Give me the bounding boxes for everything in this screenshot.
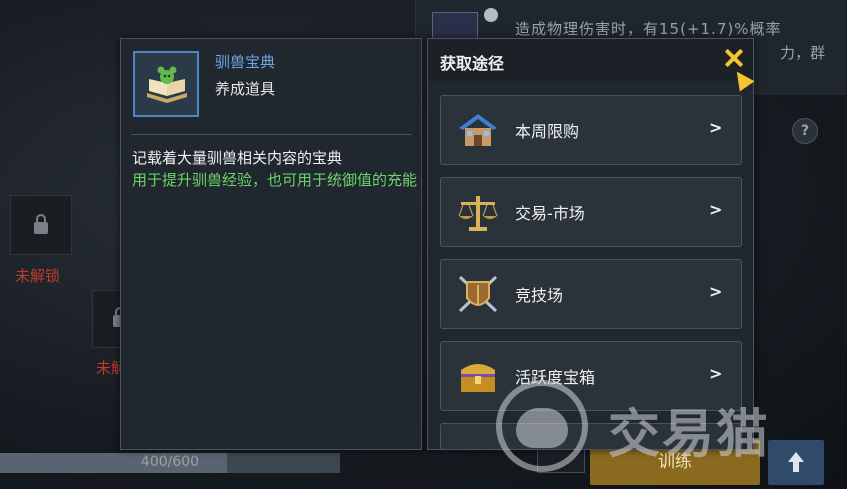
source-item-arena[interactable]: 竞技场 > bbox=[440, 259, 742, 329]
locked-label-1: 未解锁 bbox=[15, 267, 61, 285]
item-usage-text: 用于提升驯兽经验，也可用于统御值的充能 bbox=[132, 171, 418, 189]
source-item-market[interactable]: 交易-市场 > bbox=[440, 177, 742, 247]
watermark: 交易猫 bbox=[496, 376, 826, 476]
chevron-right-icon: > bbox=[709, 282, 723, 301]
help-icon[interactable]: ? bbox=[792, 118, 818, 144]
progress-text: 400/600 bbox=[140, 454, 200, 470]
item-type: 养成道具 bbox=[215, 80, 276, 98]
watermark-cat-icon bbox=[496, 380, 588, 472]
shield-swords-icon bbox=[458, 275, 498, 313]
source-label: 交易-市场 bbox=[515, 204, 585, 223]
experience-progress-bar: 400/600 bbox=[0, 453, 340, 473]
book-icon bbox=[147, 66, 187, 103]
acquisition-header: 获取途径 bbox=[428, 39, 753, 81]
divider bbox=[131, 134, 411, 135]
skill-description-text-2: 力，群 bbox=[780, 44, 826, 62]
lock-icon bbox=[34, 214, 48, 234]
source-label: 本周限购 bbox=[515, 122, 580, 141]
item-description-text: 记载着大量驯兽相关内容的宝典 bbox=[132, 149, 343, 167]
treasure-chest-icon bbox=[461, 364, 495, 392]
chevron-right-icon: > bbox=[709, 118, 723, 137]
chevron-right-icon: > bbox=[709, 200, 723, 219]
house-icon bbox=[459, 114, 497, 146]
gear-icon bbox=[484, 8, 498, 22]
source-item-weekly-limited[interactable]: 本周限购 > bbox=[440, 95, 742, 165]
item-description: 记载着大量驯兽相关内容的宝典 用于提升驯兽经验，也可用于统御值的充能 bbox=[132, 147, 417, 191]
source-label: 竞技场 bbox=[515, 286, 564, 305]
item-name: 驯兽宝典 bbox=[215, 53, 276, 71]
item-detail-panel: 驯兽宝典 养成道具 记载着大量驯兽相关内容的宝典 用于提升驯兽经验，也可用于统御… bbox=[120, 38, 422, 450]
watermark-text: 交易猫 bbox=[608, 405, 771, 465]
locked-slot-2 bbox=[92, 290, 127, 348]
skill-description-text: 造成物理伤害时，有15(+1.7)%概率 bbox=[515, 20, 782, 38]
acquisition-title: 获取途径 bbox=[440, 54, 505, 73]
scales-icon bbox=[458, 196, 498, 231]
locked-slot-1 bbox=[10, 195, 72, 255]
item-icon-frame[interactable] bbox=[133, 51, 199, 117]
